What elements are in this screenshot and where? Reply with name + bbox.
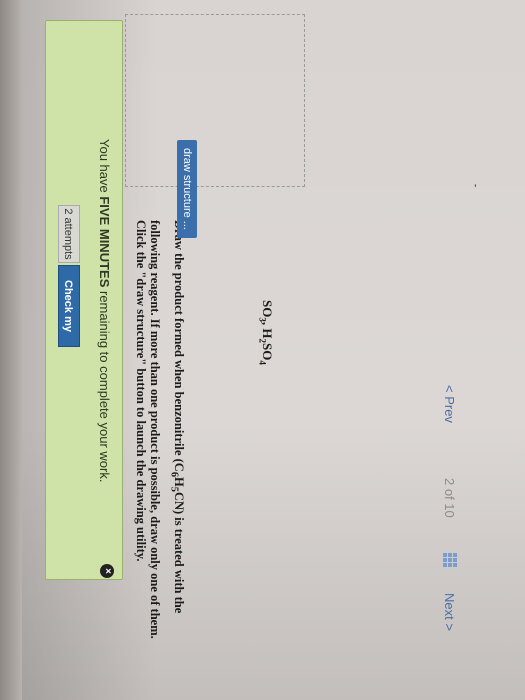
stray-mark: ’ — [474, 182, 477, 196]
prev-button[interactable]: < Prev — [442, 385, 457, 423]
time-warning-banner: You have FIVE MINUTES remaining to compl… — [45, 20, 123, 580]
page-count: 2 of 10 — [442, 478, 457, 518]
drawing-area[interactable] — [125, 14, 305, 187]
quiz-page: You have FIVE MINUTES remaining to compl… — [0, 0, 525, 700]
banner-prefix: You have — [97, 139, 112, 197]
prompt-part2: H — [172, 477, 186, 487]
reagent-formula: SO3, H2SO4 — [257, 300, 275, 365]
banner-suffix: remaining to complete your work. — [97, 287, 112, 483]
attempts-left: 2 attempts left — [58, 205, 80, 263]
reagent-a: SO — [260, 300, 275, 318]
reagent-sep: , H — [260, 321, 275, 339]
close-icon[interactable]: × — [100, 564, 114, 578]
pagination: < Prev 2 of 10 Next > — [429, 385, 457, 675]
grid-icon[interactable] — [443, 553, 457, 567]
prompt-part1: Draw the product formed when benzonitril… — [172, 220, 186, 472]
check-my-work-button[interactable]: Check my work — [58, 265, 80, 347]
banner-highlight: FIVE MINUTES — [97, 196, 112, 288]
reagent-c: SO — [260, 342, 275, 361]
question-prompt: Draw the product formed when benzonitril… — [147, 220, 189, 660]
banner-message: You have FIVE MINUTES remaining to compl… — [97, 139, 112, 482]
next-button[interactable]: Next > — [442, 593, 457, 631]
rotated-screen: You have FIVE MINUTES remaining to compl… — [0, 0, 525, 700]
draw-structure-button[interactable]: draw structure ... — [177, 140, 197, 238]
reagent-c-sub: 4 — [257, 360, 268, 365]
